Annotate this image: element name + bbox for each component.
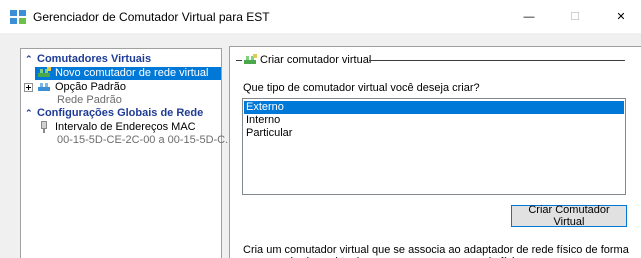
- new-switch-icon: [38, 67, 51, 77]
- navigation-tree: ⌃ Comutadores Virtuais Novo comutador de…: [20, 48, 234, 258]
- switch-type-option-internal[interactable]: Interno: [244, 114, 624, 127]
- tree-item-default-switch[interactable]: Opção Padrão: [21, 81, 221, 94]
- new-switch-icon: [244, 54, 257, 64]
- section-virtual-switches[interactable]: ⌃ Comutadores Virtuais: [21, 53, 221, 66]
- title-bar: Gerenciador de Comutador Virtual para ES…: [0, 0, 641, 33]
- collapse-chevron-icon[interactable]: ⌃: [25, 53, 33, 66]
- create-virtual-switch-button[interactable]: Criar Comutador Virtual: [511, 204, 627, 228]
- client-area: ⌃ Comutadores Virtuais Novo comutador de…: [0, 33, 641, 258]
- tree-item-label: Intervalo de Endereços MAC: [55, 121, 196, 133]
- minimize-button[interactable]: —: [506, 0, 552, 33]
- group-divider: [236, 60, 242, 61]
- switch-type-question: Que tipo de comutador virtual você desej…: [243, 82, 480, 94]
- switch-type-option-private[interactable]: Particular: [244, 127, 624, 140]
- window-title: Gerenciador de Comutador Virtual para ES…: [33, 10, 270, 24]
- tree-item-mac-address-range[interactable]: Intervalo de Endereços MAC: [21, 121, 221, 134]
- switch-type-listbox[interactable]: Externo Interno Particular: [242, 98, 626, 195]
- maximize-button[interactable]: ☐: [552, 0, 598, 33]
- tree-item-label: Opção Padrão: [55, 81, 126, 93]
- switch-type-description: Cria um comutador virtual que se associa…: [243, 244, 629, 258]
- expand-plus-icon[interactable]: [24, 83, 33, 92]
- close-button[interactable]: ✕: [598, 0, 641, 33]
- tree-item-label: Novo comutador de rede virtual: [55, 67, 209, 79]
- switch-type-option-external[interactable]: Externo: [244, 101, 624, 114]
- app-icon: [10, 10, 26, 24]
- section-label: Comutadores Virtuais: [37, 53, 152, 65]
- section-global-network-settings[interactable]: ⌃ Configurações Globais de Rede: [21, 107, 221, 120]
- section-label: Configurações Globais de Rede: [37, 107, 204, 119]
- network-switch-icon: [38, 83, 50, 91]
- details-panel: Criar comutador virtual Que tipo de comu…: [229, 46, 641, 258]
- mac-range-icon: [41, 121, 47, 133]
- tree-item-sublabel: 00-15-5D-CE-2C-00 a 00-15-5D-C...: [57, 134, 235, 146]
- group-title: Criar comutador virtual: [260, 54, 372, 66]
- tree-item-new-virtual-switch[interactable]: Novo comutador de rede virtual: [35, 67, 221, 80]
- group-divider: [369, 60, 625, 61]
- tree-item-sublabel: Rede Padrão: [57, 94, 122, 106]
- collapse-chevron-icon[interactable]: ⌃: [25, 107, 33, 120]
